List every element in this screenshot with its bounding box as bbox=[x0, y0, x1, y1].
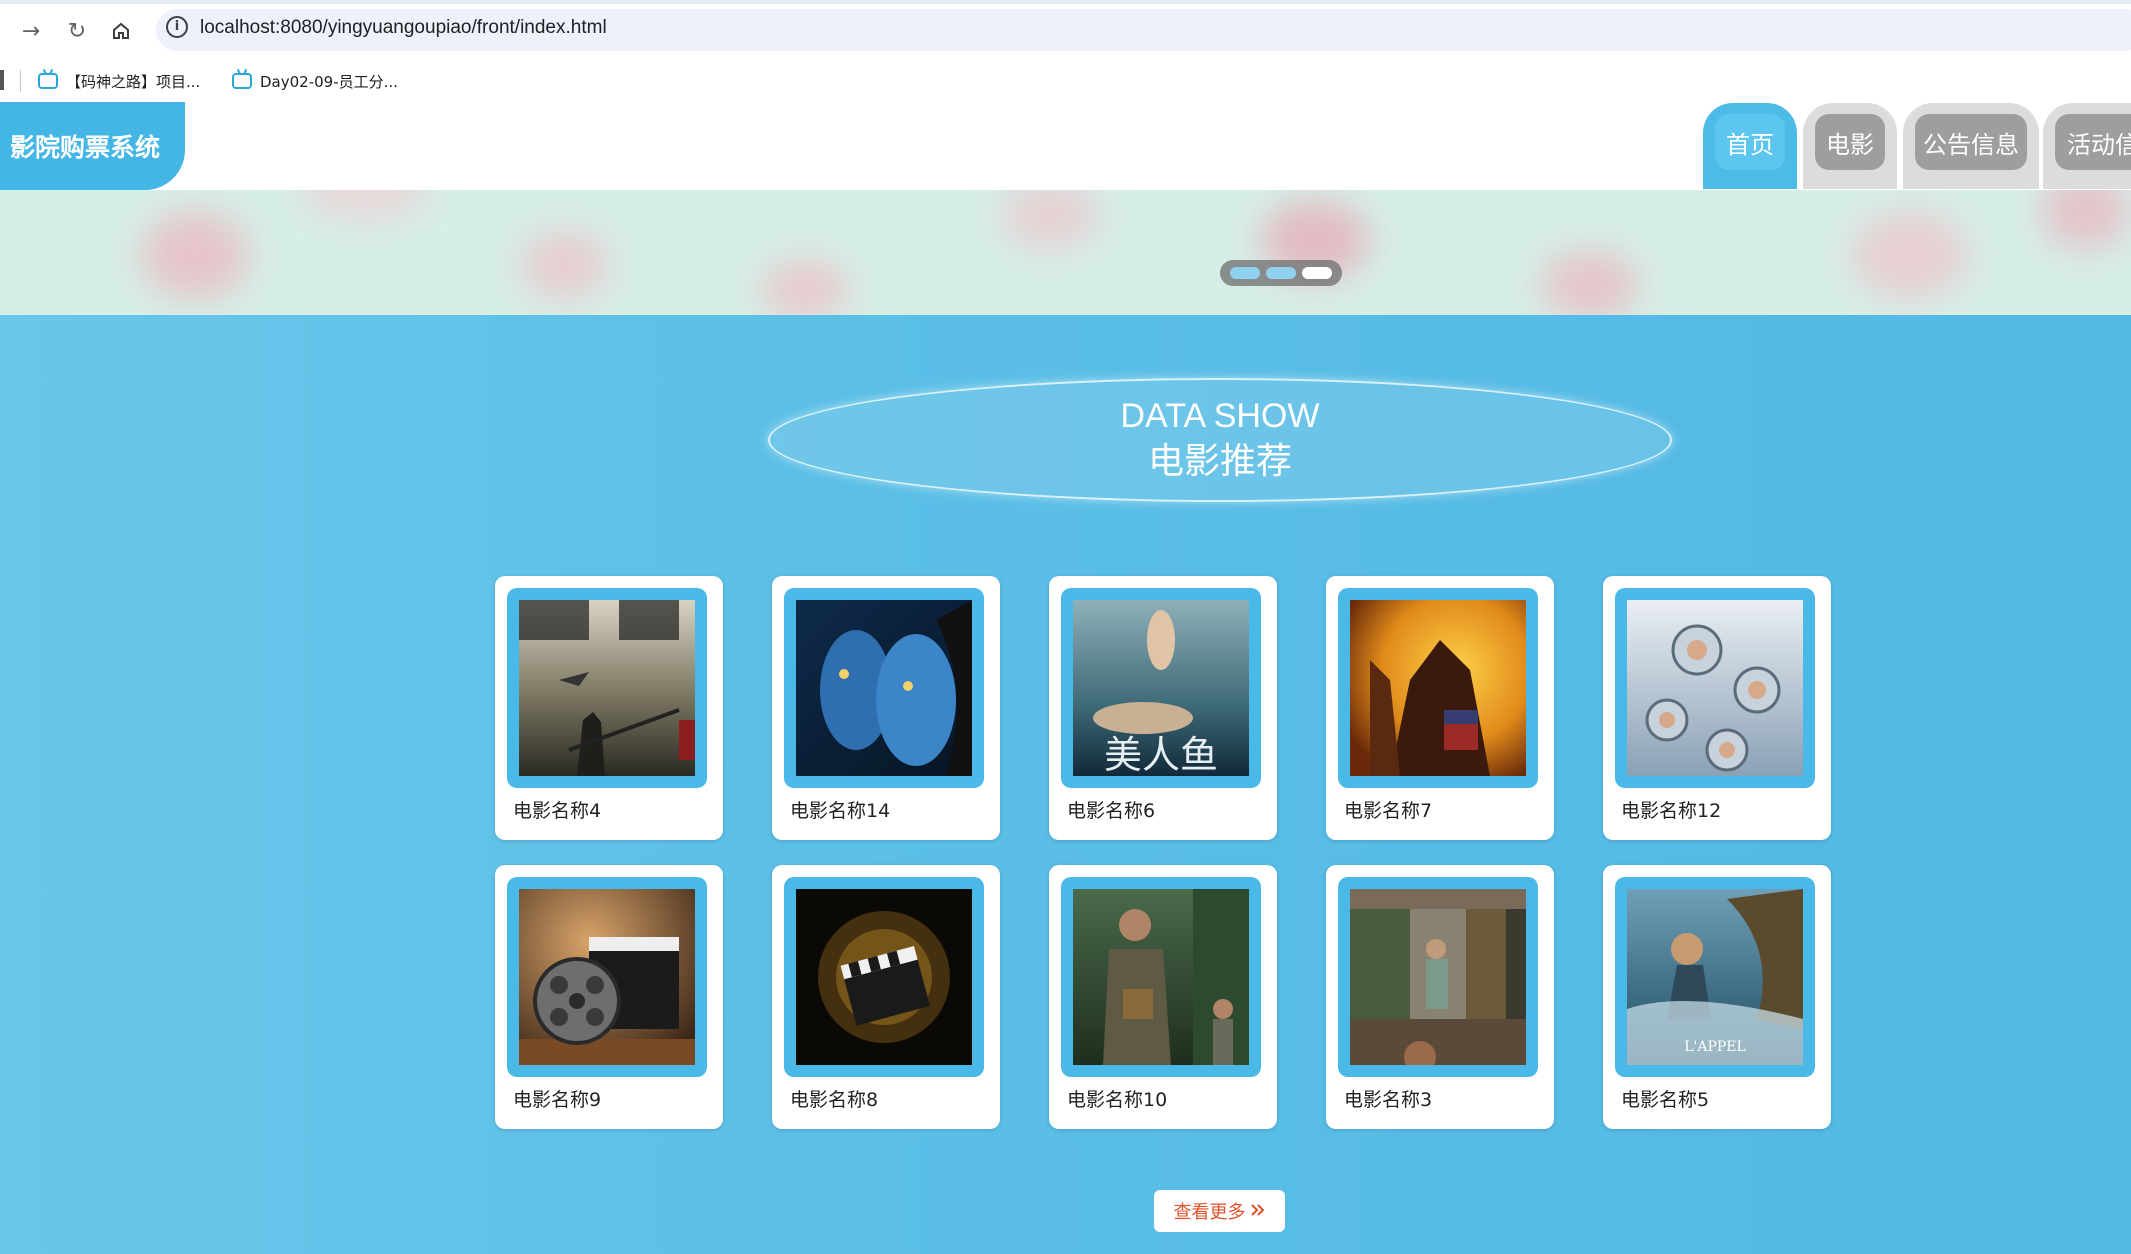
bilibili-icon bbox=[232, 73, 252, 89]
nav-tab-notices[interactable]: 公告信息 bbox=[1903, 103, 2039, 189]
nav-tab-label: 首页 bbox=[1715, 114, 1785, 170]
movie-poster[interactable] bbox=[1073, 889, 1249, 1065]
movie-name[interactable]: 电影名称9 bbox=[513, 1085, 601, 1112]
movie-name[interactable]: 电影名称5 bbox=[1621, 1085, 1709, 1112]
poster-frame bbox=[507, 588, 707, 788]
carousel-dot[interactable] bbox=[1266, 267, 1296, 279]
banner-decoration bbox=[1000, 190, 1100, 250]
poster-frame bbox=[507, 877, 707, 1077]
movie-name[interactable]: 电影名称12 bbox=[1621, 796, 1721, 823]
movie-card[interactable]: 电影名称7 bbox=[1326, 576, 1554, 840]
movie-card[interactable]: 电影名称12 bbox=[1603, 576, 1831, 840]
bookmark-label: Day02-09-员工分... bbox=[260, 72, 398, 91]
nav-tab-activities[interactable]: 活动信 bbox=[2043, 103, 2131, 189]
movie-name[interactable]: 电影名称4 bbox=[513, 796, 601, 823]
movie-card[interactable]: 电影名称10 bbox=[1049, 865, 1277, 1129]
site-info-icon[interactable]: i bbox=[166, 16, 188, 38]
section-title-en: DATA SHOW bbox=[1120, 397, 1320, 435]
view-more-label: 查看更多 bbox=[1173, 1202, 1246, 1223]
forward-arrow-icon[interactable]: → bbox=[14, 14, 48, 48]
banner-decoration bbox=[520, 230, 610, 300]
carousel-indicators bbox=[1220, 260, 1342, 286]
banner-decoration bbox=[2040, 190, 2130, 250]
apps-icon[interactable] bbox=[0, 70, 4, 90]
banner-decoration bbox=[140, 210, 250, 300]
carousel-dot[interactable] bbox=[1230, 267, 1260, 279]
nav-tab-home[interactable]: 首页 bbox=[1703, 103, 1797, 189]
bookmark-label: 【码神之路】项目... bbox=[66, 72, 201, 91]
banner-decoration bbox=[1540, 250, 1640, 315]
movie-poster[interactable] bbox=[796, 889, 972, 1065]
nav-tab-movies[interactable]: 电影 bbox=[1803, 103, 1897, 189]
movie-poster[interactable] bbox=[1350, 889, 1526, 1065]
nav-tab-label: 电影 bbox=[1815, 114, 1885, 170]
bookmark-item[interactable]: Day02-09-员工分... bbox=[232, 66, 398, 96]
carousel-dot-active[interactable] bbox=[1302, 267, 1332, 279]
movie-name[interactable]: 电影名称10 bbox=[1067, 1085, 1167, 1112]
nav-tab-label: 活动信 bbox=[2055, 114, 2131, 170]
movie-poster[interactable] bbox=[519, 600, 695, 776]
poster-frame bbox=[1061, 877, 1261, 1077]
movie-poster[interactable] bbox=[796, 600, 972, 776]
movie-name[interactable]: 电影名称14 bbox=[790, 796, 890, 823]
movie-name[interactable]: 电影名称7 bbox=[1344, 796, 1432, 823]
movie-card[interactable]: 电影名称9 bbox=[495, 865, 723, 1129]
movie-poster[interactable]: 美人鱼 bbox=[1073, 600, 1249, 776]
movie-poster[interactable] bbox=[519, 889, 695, 1065]
double-chevron-right-icon bbox=[1250, 1201, 1266, 1222]
movie-card[interactable]: 电影名称8 bbox=[772, 865, 1000, 1129]
banner-decoration bbox=[760, 260, 850, 315]
view-more-button[interactable]: 查看更多 bbox=[1154, 1190, 1285, 1232]
movie-card[interactable]: 电影名称14 bbox=[772, 576, 1000, 840]
bilibili-icon bbox=[38, 73, 58, 89]
bookmark-separator bbox=[20, 70, 21, 92]
poster-frame: 美人鱼 bbox=[1061, 588, 1261, 788]
tab-strip-edge bbox=[0, 0, 2131, 4]
banner-decoration bbox=[300, 190, 430, 220]
movie-card[interactable]: L'APPEL 电影名称5 bbox=[1603, 865, 1831, 1129]
bookmark-item[interactable]: 【码神之路】项目... bbox=[38, 66, 200, 96]
section-title: DATA SHOW 电影推荐 bbox=[768, 378, 1672, 502]
home-icon[interactable] bbox=[104, 14, 138, 48]
movie-card[interactable]: 电影名称3 bbox=[1326, 865, 1554, 1129]
nav-tab-label: 公告信息 bbox=[1915, 114, 2027, 170]
movie-poster[interactable]: L'APPEL bbox=[1627, 889, 1803, 1065]
section-title-cn: 电影推荐 bbox=[1147, 441, 1292, 482]
movie-poster[interactable] bbox=[1350, 600, 1526, 776]
site-logo[interactable]: 影院购票系统 bbox=[0, 102, 185, 190]
poster-frame bbox=[1338, 877, 1538, 1077]
poster-frame bbox=[1338, 588, 1538, 788]
url-text[interactable]: localhost:8080/yingyuangoupiao/front/ind… bbox=[200, 17, 607, 39]
movie-name[interactable]: 电影名称6 bbox=[1067, 796, 1155, 823]
svg-text:L'APPEL: L'APPEL bbox=[1684, 1039, 1746, 1055]
poster-frame bbox=[784, 877, 984, 1077]
banner-decoration bbox=[1850, 210, 1970, 300]
poster-frame bbox=[784, 588, 984, 788]
movie-card[interactable]: 电影名称4 bbox=[495, 576, 723, 840]
svg-text:美人鱼: 美人鱼 bbox=[1104, 733, 1218, 776]
poster-frame: L'APPEL bbox=[1615, 877, 1815, 1077]
movie-name[interactable]: 电影名称8 bbox=[790, 1085, 878, 1112]
reload-icon[interactable]: ↻ bbox=[60, 14, 94, 48]
movie-card[interactable]: 美人鱼 电影名称6 bbox=[1049, 576, 1277, 840]
poster-frame bbox=[1615, 588, 1815, 788]
movie-poster[interactable] bbox=[1627, 600, 1803, 776]
movie-name[interactable]: 电影名称3 bbox=[1344, 1085, 1432, 1112]
banner-carousel[interactable] bbox=[0, 190, 2131, 315]
